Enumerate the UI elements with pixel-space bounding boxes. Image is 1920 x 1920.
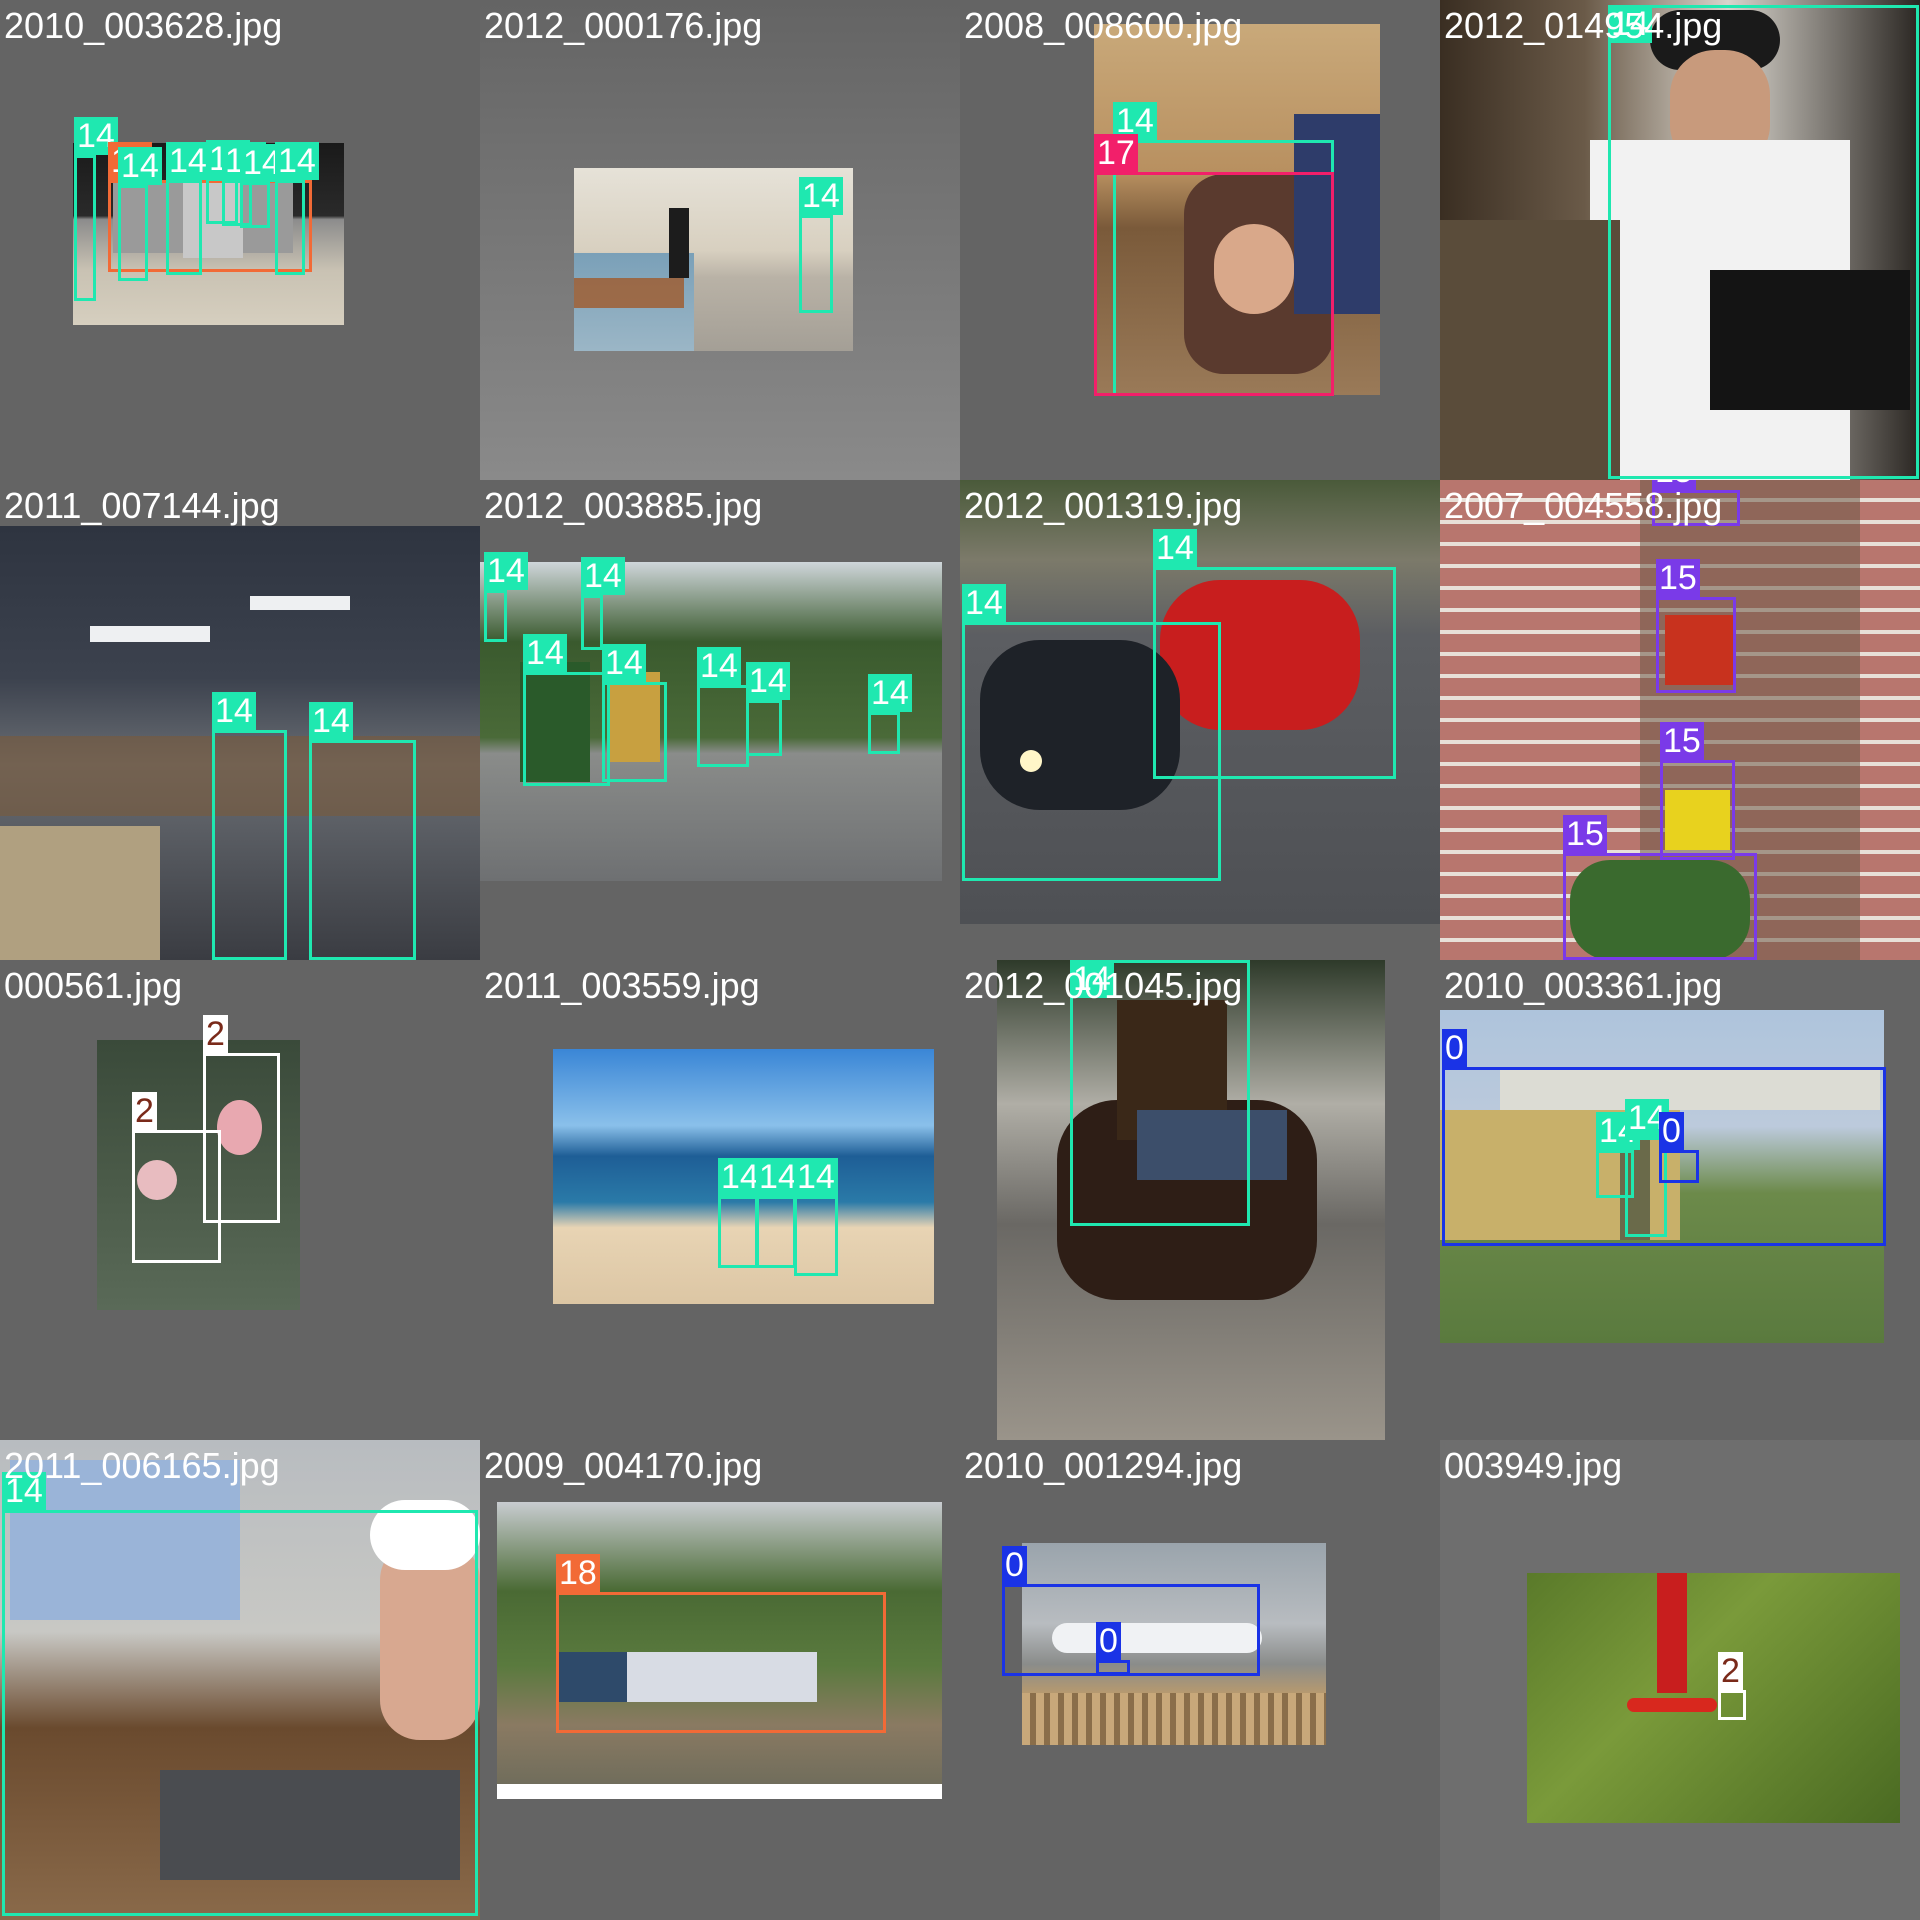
mosaic-grid: 2010_003628.jpg 14 18 14 14 14 14 14 14 … [0, 0, 1920, 1920]
bbox: 18 [556, 1554, 886, 1733]
bbox: 0 [1002, 1546, 1260, 1676]
bbox: 14 [756, 1158, 800, 1268]
mosaic-tile[interactable]: 2012_001319.jpg 14 14 [960, 480, 1440, 960]
bbox: 14 [746, 662, 790, 756]
tile-photo [1527, 1573, 1900, 1823]
tile-filename: 2012_014954.jpg [1444, 5, 1723, 46]
class-label: 14 [212, 692, 256, 730]
tile-filename: 2008_008600.jpg [964, 5, 1243, 46]
tile-filename: 2011_006165.jpg [4, 1445, 280, 1486]
tile-filename: 2012_001045.jpg [964, 965, 1243, 1006]
tile-filename: 003949.jpg [1444, 1445, 1623, 1486]
bbox: 14 [2, 1472, 478, 1916]
bbox: 17 [1094, 134, 1334, 396]
mosaic-tile[interactable]: 2010_003361.jpg 0 14 14 0 [1440, 960, 1920, 1440]
bbox: 14 [794, 1158, 838, 1276]
bbox: 14 [275, 142, 319, 275]
class-label: 14 [697, 647, 741, 685]
bbox: 15 [1660, 722, 1735, 860]
bbox: 0 [1096, 1622, 1130, 1675]
class-label: 2 [203, 1015, 228, 1053]
tile-filename: 2010_001294.jpg [964, 1445, 1243, 1486]
tile-filename: 000561.jpg [4, 965, 183, 1006]
class-label: 14 [309, 702, 353, 740]
bbox: 14 [240, 144, 284, 228]
mosaic-tile[interactable]: 000561.jpg 2 2 [0, 960, 480, 1440]
class-label: 14 [746, 662, 790, 700]
mosaic-tile[interactable]: 2012_014954.jpg 14 [1440, 0, 1920, 480]
tile-filename: 2010_003628.jpg [4, 5, 283, 46]
class-label: 14 [602, 644, 646, 682]
bbox: 14 [1153, 529, 1396, 779]
bbox: 15 [1656, 559, 1736, 693]
mosaic-tile[interactable]: 2008_008600.jpg 14 17 [960, 0, 1440, 480]
class-label: 0 [1002, 1546, 1027, 1584]
class-label: 14 [484, 552, 528, 590]
tile-filename: 2011_003559.jpg [484, 965, 760, 1006]
class-label: 14 [118, 147, 162, 185]
tile-filename: 2009_004170.jpg [484, 1445, 763, 1486]
tile-filename: 2011_007144.jpg [4, 485, 280, 526]
bbox: 14 [484, 552, 528, 642]
tile-filename: 2010_003361.jpg [1444, 965, 1723, 1006]
bbox: 2 [203, 1015, 280, 1223]
class-label: 18 [556, 1554, 600, 1592]
mosaic-tile[interactable]: 2010_003628.jpg 14 18 14 14 14 14 14 14 [0, 0, 480, 480]
bbox: 14 [523, 634, 610, 786]
bbox: 14 [697, 647, 749, 767]
class-label: 0 [1659, 1112, 1684, 1150]
class-label: 14 [581, 557, 625, 595]
tile-filename: 2007_004558.jpg [1444, 485, 1723, 526]
class-label: 15 [1660, 722, 1704, 760]
tile-filename: 2012_003885.jpg [484, 485, 763, 526]
mosaic-tile[interactable]: 003949.jpg 2 [1440, 1440, 1920, 1920]
mosaic-tile[interactable]: 2010_001294.jpg 0 0 [960, 1440, 1440, 1920]
bbox: 14 [166, 142, 210, 275]
bbox: 0 [1659, 1112, 1699, 1183]
class-label: 14 [799, 177, 843, 215]
class-label: 14 [523, 634, 567, 672]
mosaic-tile[interactable]: 2009_004170.jpg 18 [480, 1440, 960, 1920]
class-label: 0 [1442, 1029, 1467, 1067]
bbox: 14 [581, 557, 625, 650]
class-label: 14 [794, 1158, 838, 1196]
bbox: 14 [799, 177, 843, 313]
mosaic-tile[interactable]: 2012_003885.jpg 14 14 14 14 14 14 14 [480, 480, 960, 960]
class-label: 14 [166, 142, 210, 180]
mosaic-tile[interactable]: 2011_003559.jpg 14 14 14 [480, 960, 960, 1440]
mosaic-tile[interactable]: 2007_004558.jpg 15 15 15 15 [1440, 480, 1920, 960]
mosaic-tile[interactable]: 2011_007144.jpg 14 14 [0, 480, 480, 960]
mosaic-tile[interactable]: 2012_001045.jpg 14 [960, 960, 1440, 1440]
bbox: 14 [74, 117, 118, 301]
bbox: 14 [309, 702, 416, 960]
class-label: 15 [1563, 815, 1607, 853]
bbox: 14 [1608, 5, 1919, 479]
mosaic-tile[interactable]: 2012_000176.jpg 14 [480, 0, 960, 480]
class-label: 2 [1718, 1652, 1743, 1690]
class-label: 0 [1096, 1622, 1121, 1660]
bbox: 14 [718, 1158, 762, 1268]
bbox: 14 [602, 644, 667, 782]
mosaic-tile[interactable]: 2011_006165.jpg 14 [0, 1440, 480, 1920]
tile-filename: 2012_001319.jpg [964, 485, 1243, 526]
class-label: 14 [868, 674, 912, 712]
bbox: 14 [118, 147, 162, 281]
bbox: 14 [212, 692, 287, 960]
bbox: 2 [1718, 1652, 1746, 1720]
bbox: 14 [868, 674, 912, 754]
class-label: 15 [1656, 559, 1700, 597]
class-label: 17 [1094, 134, 1138, 172]
class-label: 14 [962, 584, 1006, 622]
class-label: 14 [1153, 529, 1197, 567]
bbox: 15 [1563, 815, 1757, 960]
class-label: 2 [132, 1092, 157, 1130]
class-label: 14 [275, 142, 319, 180]
tile-filename: 2012_000176.jpg [484, 5, 763, 46]
